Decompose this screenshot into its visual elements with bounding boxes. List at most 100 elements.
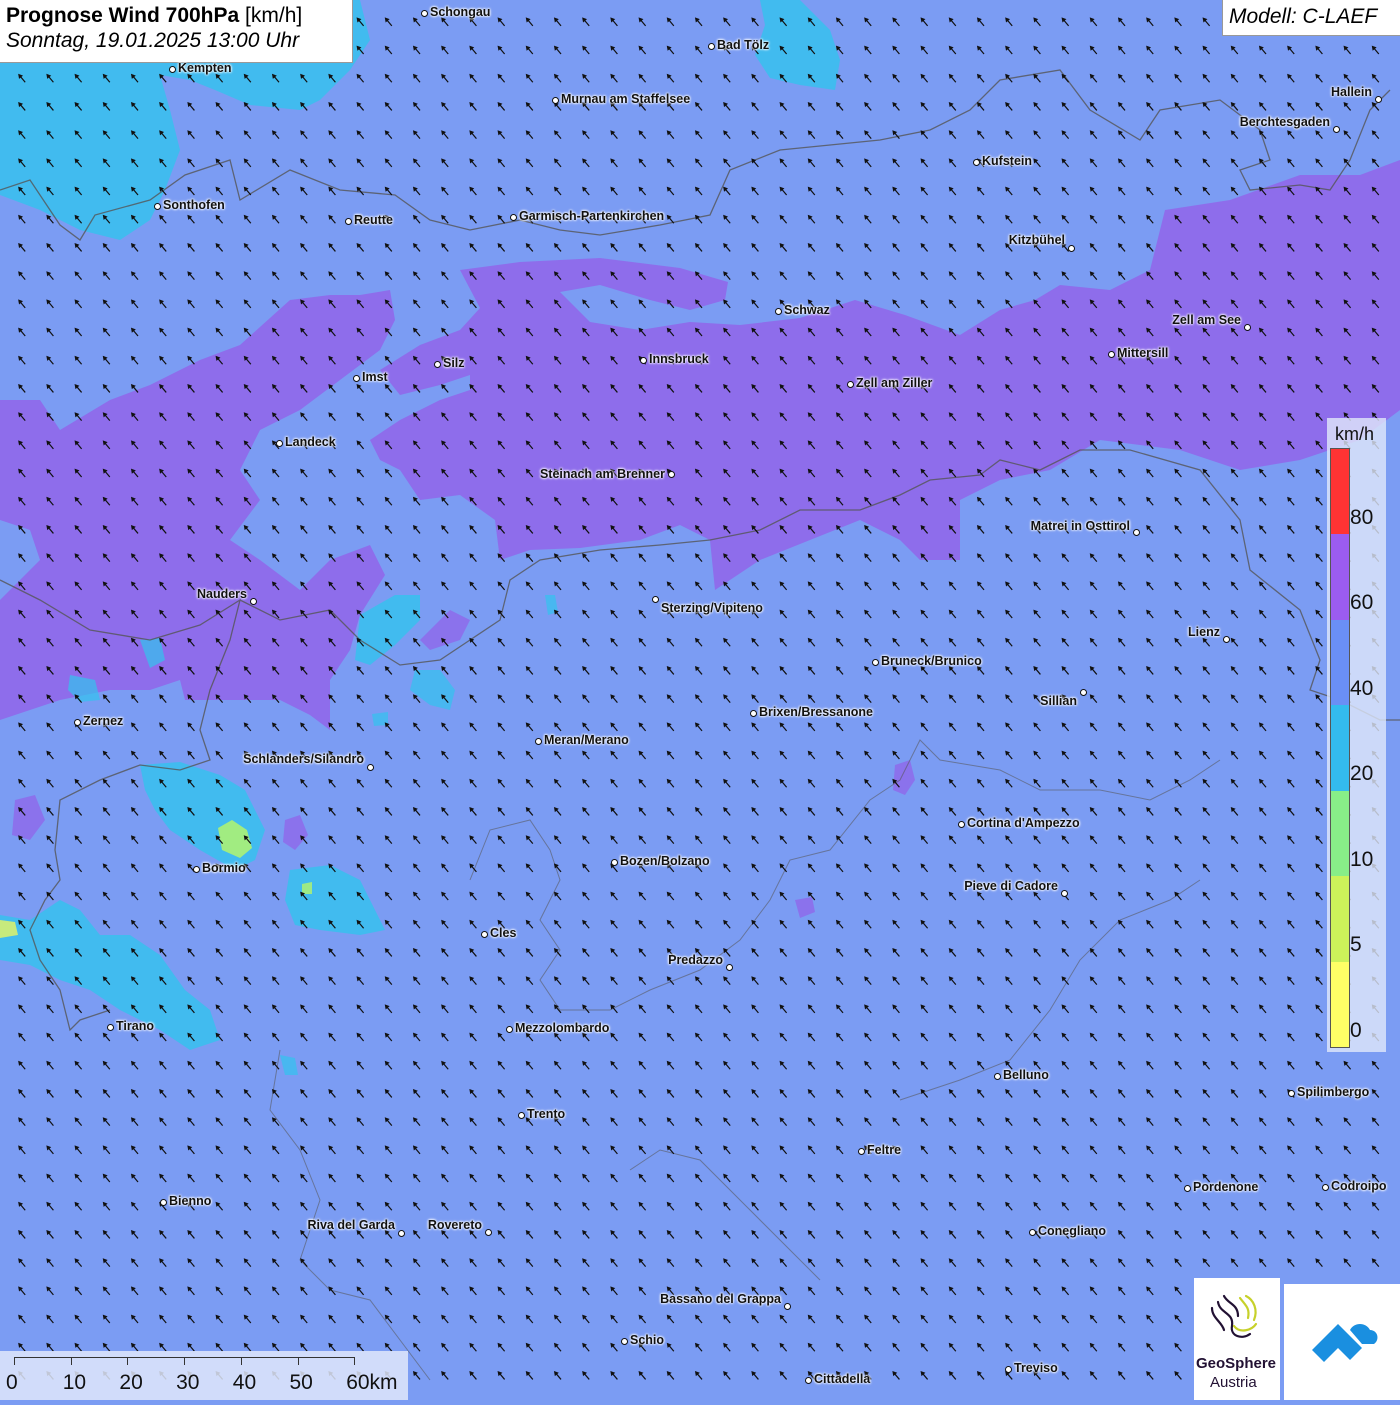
- city-marker-bad-t-lz: [707, 42, 715, 50]
- city-label-bad-t-lz: Bad Tölz: [717, 38, 770, 52]
- city-label-spilimbergo: Spilimbergo: [1297, 1085, 1370, 1099]
- city-marker-garmisch-partenkirchen: [509, 213, 517, 221]
- city-label-zell-am-ziller: Zell am Ziller: [856, 376, 933, 390]
- city-label-berchtesgaden: Berchtesgaden: [1239, 115, 1330, 129]
- city-marker-schwaz: [774, 307, 782, 315]
- city-marker-pieve-di-cadore: [1060, 889, 1068, 897]
- city-marker-innsbruck: [639, 356, 647, 364]
- legend-segment-0: [1331, 449, 1349, 535]
- city-marker-zernez: [73, 718, 81, 726]
- city-label-bozen-bolzano: Bozen/Bolzano: [620, 854, 710, 868]
- legend-tick-label: 5: [1350, 933, 1362, 957]
- city-label-reutte: Reutte: [354, 213, 393, 227]
- legend-tick-label: 40: [1350, 676, 1374, 700]
- city-marker-mezzolombardo: [505, 1025, 513, 1033]
- city-marker-predazzo: [725, 963, 733, 971]
- scale-label: 50: [289, 1371, 313, 1394]
- city-label-zell-am-see: Zell am See: [1172, 313, 1241, 327]
- city-marker-tirano: [106, 1023, 114, 1031]
- city-marker-bormio: [192, 865, 200, 873]
- forecast-datetime: Sonntag, 19.01.2025 13:00 Uhr: [6, 29, 300, 52]
- city-marker-meran-merano: [534, 737, 542, 745]
- city-label-tirano: Tirano: [116, 1019, 154, 1033]
- geosphere-country: Austria: [1210, 1374, 1257, 1391]
- legend-tick-label: 0: [1350, 1018, 1362, 1042]
- city-marker-feltre: [857, 1147, 865, 1155]
- app-logo: [1284, 1284, 1400, 1400]
- city-label-schwaz: Schwaz: [784, 303, 830, 317]
- city-label-rovereto: Rovereto: [427, 1218, 482, 1232]
- city-label-schongau: Schongau: [430, 5, 491, 19]
- legend-unit: km/h: [1335, 424, 1375, 444]
- city-label-schio: Schio: [630, 1333, 665, 1347]
- city-marker-kufstein: [972, 158, 980, 166]
- geosphere-logo: GeoSphere Austria: [1194, 1278, 1280, 1400]
- city-label-trento: Trento: [527, 1107, 566, 1121]
- city-marker-rovereto: [484, 1228, 492, 1236]
- city-marker-pordenone: [1183, 1184, 1191, 1192]
- city-marker-schio: [620, 1337, 628, 1345]
- city-label-predazzo: Predazzo: [668, 953, 723, 967]
- title-main: Prognose Wind 700hPa: [6, 4, 240, 27]
- city-marker-spilimbergo: [1287, 1089, 1295, 1097]
- city-label-bruneck-brunico: Bruneck/Brunico: [881, 654, 982, 668]
- weather-app-icon: [1312, 1324, 1378, 1362]
- city-marker-kempten: [168, 65, 176, 73]
- city-label-belluno: Belluno: [1003, 1068, 1049, 1082]
- scale-label: 60km: [346, 1371, 398, 1394]
- scale-tick: [14, 1357, 15, 1365]
- title-box: Prognose Wind 700hPa [km/h] Sonntag, 19.…: [0, 0, 353, 63]
- city-marker-schlanders-silandro: [366, 763, 374, 771]
- city-label-pordenone: Pordenone: [1193, 1180, 1259, 1194]
- legend-tick-label: 10: [1350, 847, 1374, 871]
- city-marker-mittersill: [1107, 350, 1115, 358]
- city-marker-murnau-am-staffelsee: [551, 96, 559, 104]
- city-marker-cortina-d-ampezzo: [957, 820, 965, 828]
- page-title: Prognose Wind 700hPa [km/h]: [6, 4, 346, 28]
- geosphere-name: GeoSphere: [1196, 1355, 1277, 1372]
- scale-tick: [240, 1357, 242, 1365]
- city-marker-treviso: [1004, 1365, 1012, 1373]
- city-label-brixen-bressanone: Brixen/Bressanone: [759, 705, 873, 719]
- city-label-pieve-di-cadore: Pieve di Cadore: [964, 879, 1058, 893]
- city-marker-berchtesgaden: [1332, 125, 1340, 133]
- city-marker-trento: [517, 1111, 525, 1119]
- city-label-hallein: Hallein: [1331, 85, 1372, 99]
- legend-segment-6: [1331, 961, 1349, 1048]
- city-marker-sterzing-vipiteno: [651, 595, 659, 603]
- city-label-conegliano: Conegliano: [1038, 1224, 1107, 1238]
- city-label-sonthofen: Sonthofen: [163, 198, 225, 212]
- legend-segment-2: [1331, 619, 1349, 706]
- city-label-bormio: Bormio: [202, 861, 246, 875]
- city-marker-matrei-in-osttirol: [1132, 528, 1140, 536]
- scale-label: 10: [62, 1371, 87, 1394]
- scale-tick: [70, 1357, 72, 1365]
- city-label-kitzb-hel: Kitzbühel: [1008, 233, 1065, 247]
- legend-tick-label: 60: [1350, 591, 1374, 615]
- city-label-bassano-del-grappa: Bassano del Grappa: [660, 1292, 781, 1306]
- city-label-imst: Imst: [362, 370, 388, 384]
- city-label-matrei-in-osttirol: Matrei in Osttirol: [1030, 519, 1130, 533]
- city-marker-bozen-bolzano: [610, 858, 618, 866]
- city-marker-belluno: [993, 1072, 1001, 1080]
- city-marker-lienz: [1222, 635, 1230, 643]
- city-marker-bienno: [159, 1198, 167, 1206]
- city-label-bienno: Bienno: [169, 1194, 212, 1208]
- city-marker-cles: [480, 930, 488, 938]
- city-label-meran-merano: Meran/Merano: [544, 733, 629, 747]
- city-label-nauders: Nauders: [196, 587, 247, 601]
- city-marker-codroipo: [1321, 1183, 1329, 1191]
- city-label-sillian: Sillian: [1040, 694, 1077, 708]
- city-marker-sillian: [1079, 688, 1087, 696]
- green-zone-small: [302, 882, 312, 894]
- city-marker-riva-del-garda: [397, 1229, 405, 1237]
- city-marker-brixen-bressanone: [749, 709, 757, 717]
- city-label-sterzing-vipiteno: Sterzing/Vipiteno: [661, 601, 763, 615]
- city-label-cittadella: Cittadella: [814, 1372, 871, 1386]
- city-marker-silz: [433, 360, 441, 368]
- city-label-innsbruck: Innsbruck: [649, 352, 709, 366]
- city-label-riva-del-garda: Riva del Garda: [307, 1218, 395, 1232]
- city-marker-steinach-am-brenner: [667, 470, 675, 478]
- city-label-zernez: Zernez: [83, 714, 124, 728]
- scale-label: 0: [6, 1371, 18, 1394]
